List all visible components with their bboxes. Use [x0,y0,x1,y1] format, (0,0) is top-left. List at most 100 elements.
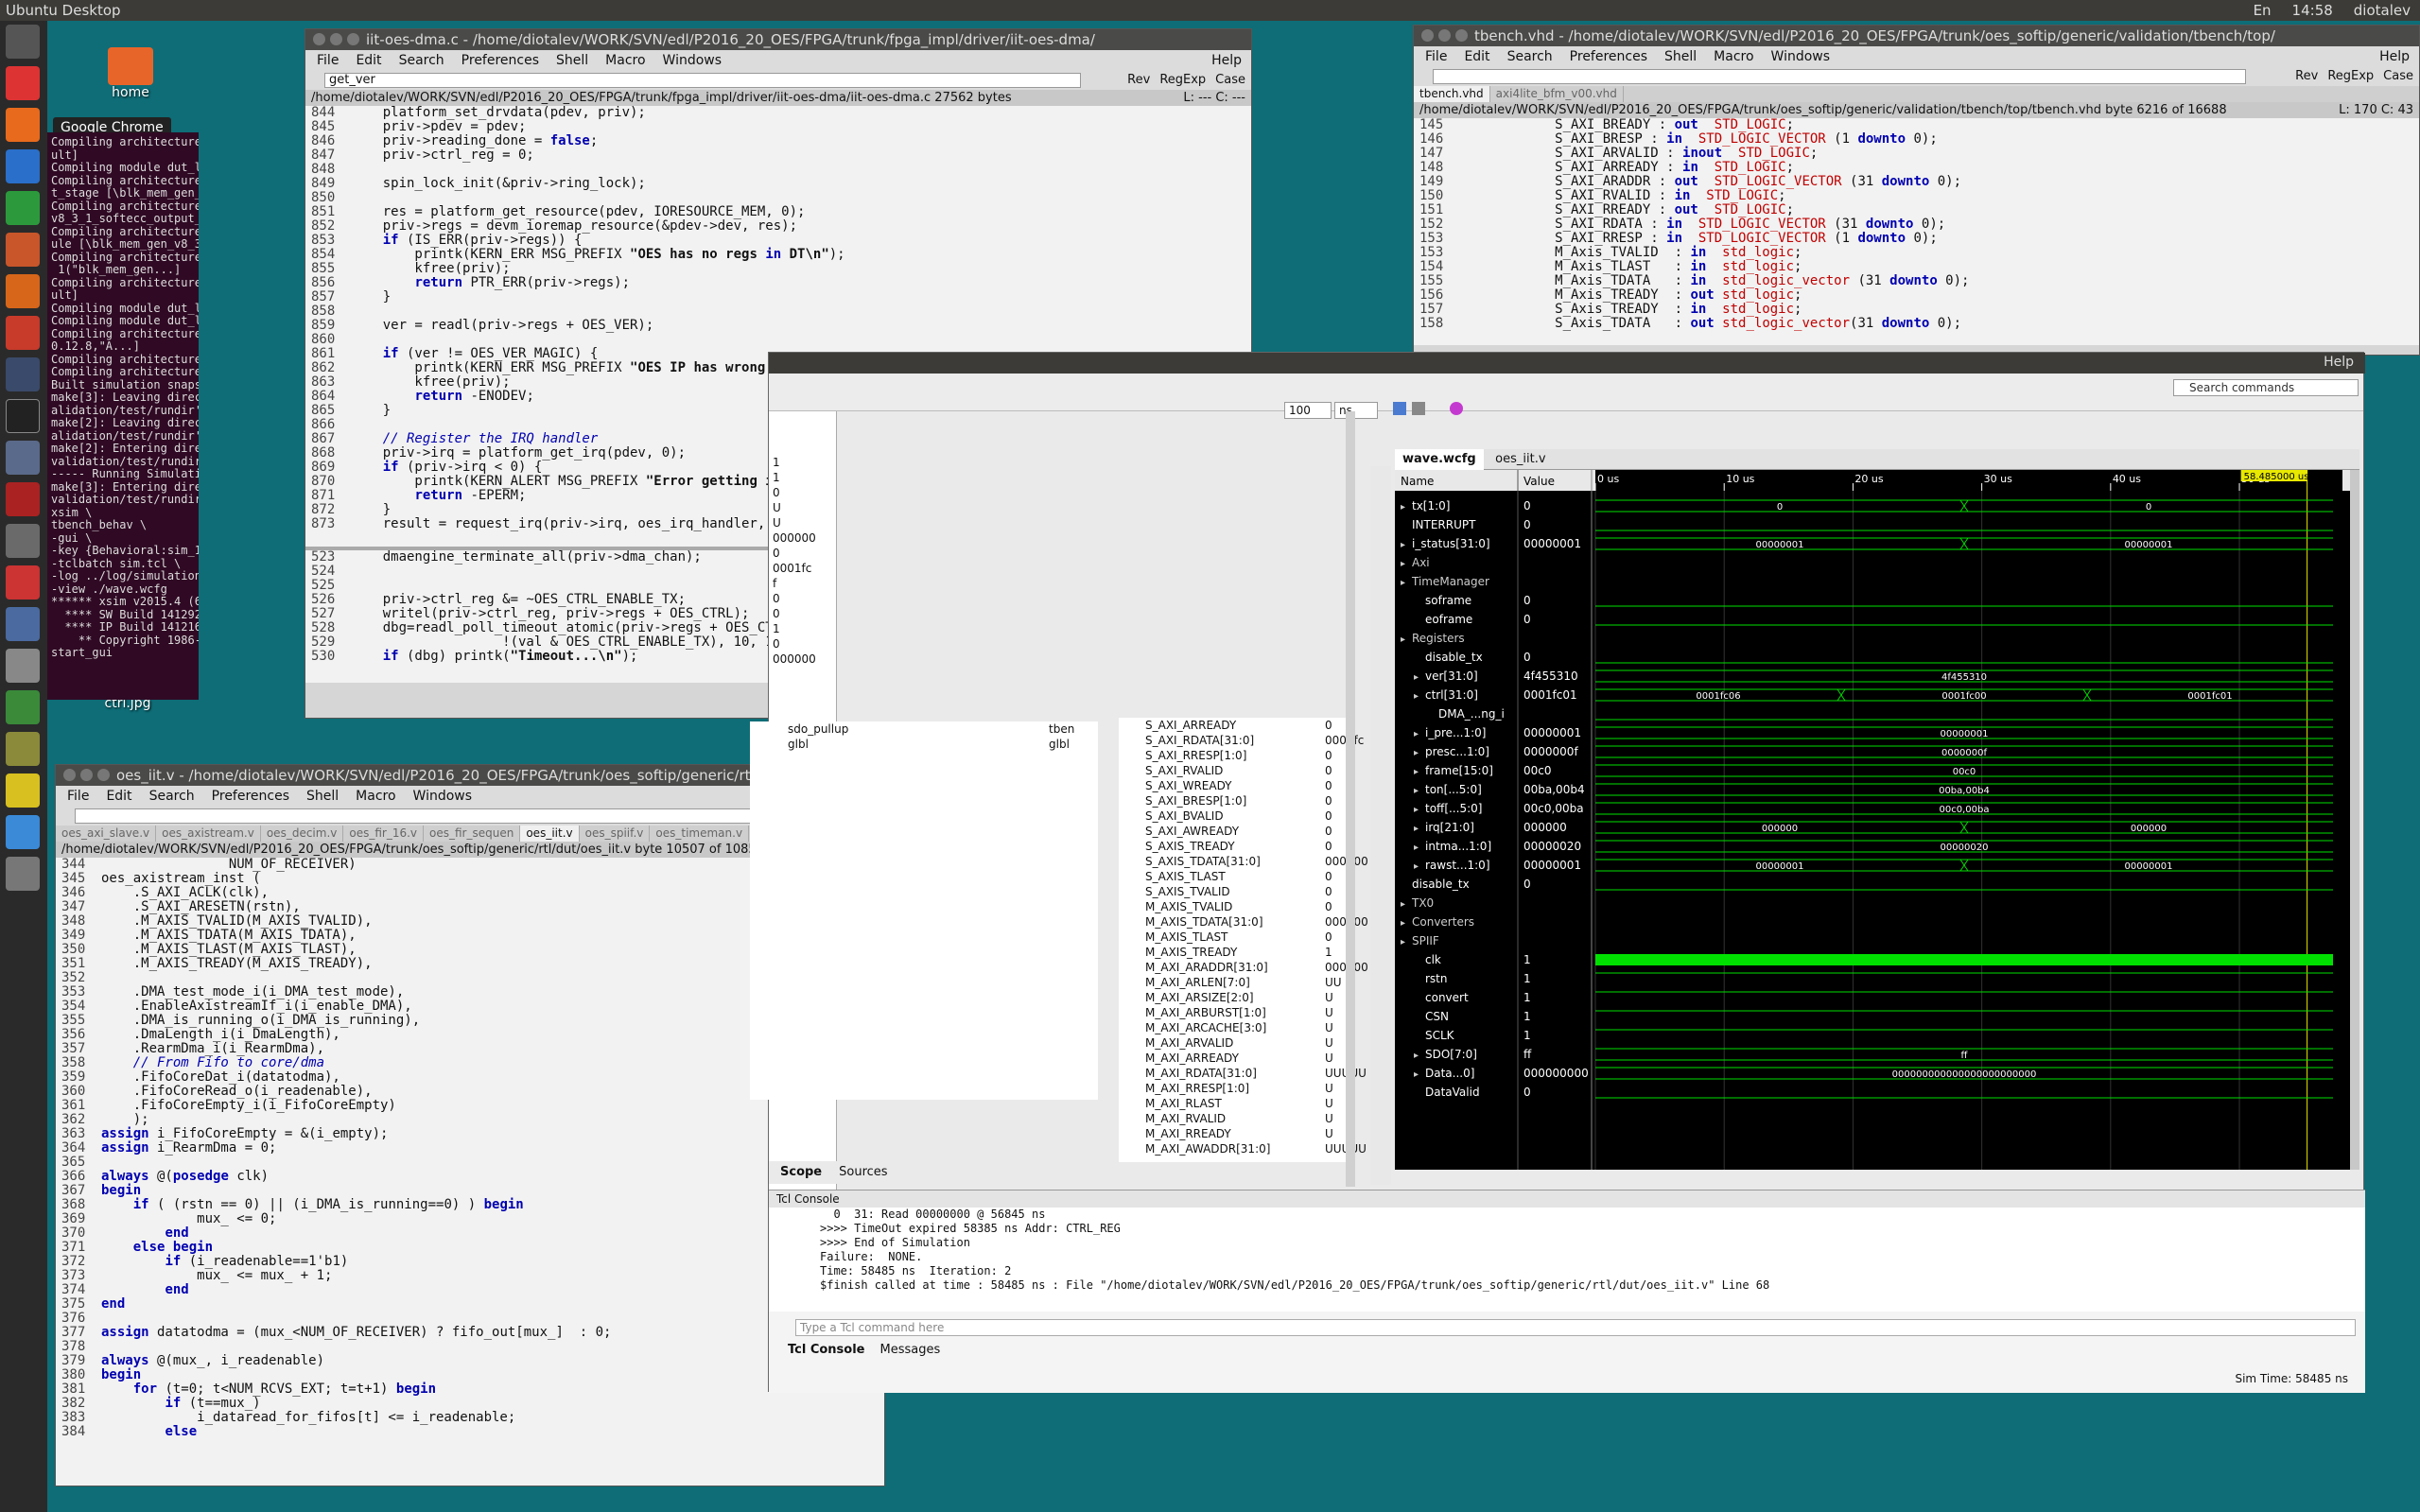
tcl-output[interactable]: 0 31: Read 00000000 @ 56845 ns >>>> TimeO… [769,1208,2365,1312]
pause-icon[interactable] [1412,402,1425,415]
signal-name[interactable]: INTERRUPT [1412,518,1476,531]
close-icon[interactable] [1421,29,1434,42]
signal-name[interactable]: DataValid [1425,1086,1480,1099]
signal-name[interactable]: convert [1425,991,1469,1004]
minimize-icon[interactable] [1438,29,1451,42]
signal-name[interactable]: SCLK [1425,1029,1455,1042]
run-time-input[interactable]: 100 [1284,402,1332,419]
relaunch-icon[interactable] [1450,402,1463,415]
signal-name[interactable]: CSN [1425,1010,1449,1023]
menu-help[interactable]: Help [1211,50,1242,71]
code-editor[interactable]: 145 S_AXI_BREADY : out STD_LOGIC; 146 S_A… [1414,118,2419,345]
tab-oes-iit[interactable]: oes_iit.v [1488,449,1553,470]
menu-macro[interactable]: Macro [356,786,395,807]
signal-name[interactable]: tx[1:0] [1412,499,1450,513]
rev-checkbox[interactable]: Rev [2295,67,2318,86]
wave-scrollbar[interactable] [2350,470,2359,1170]
object-row[interactable]: M_AXI_ARCACHE[3:0] U [1145,1020,1346,1035]
object-row[interactable]: M_AXI_RDATA[31:0]UUUUU [1145,1066,1367,1081]
signal-name[interactable]: presc...1:0] [1425,745,1489,758]
signal-name[interactable]: Axi [1412,556,1430,569]
object-row[interactable]: M_AXIS_TDATA[31:0]000000 [1145,914,1368,930]
menu-file[interactable]: File [1425,46,1447,67]
trash-icon[interactable] [6,857,40,891]
scope-tree[interactable]: sdo_pullup tben glbl glbl [750,721,1098,1100]
waveform-svg[interactable]: NameValue0 us10 us20 us30 us40 us50 us58… [1395,470,2350,1170]
vivado-icon[interactable] [6,815,40,849]
scope-item-sdo-pullup[interactable]: sdo_pullup [788,722,848,736]
object-row[interactable]: M_AXI_ARLEN[7:0] UU [1145,975,1346,990]
vivado-simulator-window[interactable]: Help Search commands 100 ns 1 1 0 U U 000000 0… [750,352,2365,1393]
object-row[interactable]: S_AXI_ARREADY 0 [1145,718,1346,733]
menu-shell[interactable]: Shell [556,50,588,71]
tab-file[interactable]: oes_decim.v [261,826,344,842]
signal-name[interactable]: disable_tx [1412,878,1470,891]
tab-file[interactable]: oes_axi_slave.v [56,826,157,842]
terminal-window[interactable]: Compiling architecture fifo_16x32bit_cul… [47,132,199,700]
expand-icon[interactable]: ▸ [1401,918,1405,929]
editor-icon[interactable] [6,690,40,724]
menu-search[interactable]: Search [1507,46,1553,67]
object-row[interactable]: M_AXI_RRESP[1:0] U [1145,1081,1346,1096]
expand-icon[interactable]: ▸ [1414,672,1419,683]
menu-macro[interactable]: Macro [1714,46,1753,67]
object-row[interactable]: S_AXI_BVALID 0 [1145,808,1346,824]
close-icon[interactable] [63,769,76,781]
menu-shell[interactable]: Shell [306,786,339,807]
close-icon[interactable] [313,33,325,45]
menu-preferences[interactable]: Preferences [1570,46,1647,67]
waveform-panel[interactable]: NameValue0 us10 us20 us30 us40 us50 us58… [1395,470,2350,1170]
expand-icon[interactable]: ▸ [1401,559,1405,569]
run-for-icon[interactable] [1393,402,1406,415]
object-row[interactable]: S_AXI_WREADY 0 [1145,778,1346,793]
signal-name[interactable]: TimeManager [1411,575,1489,588]
minimize-icon[interactable] [330,33,342,45]
objects-list[interactable]: S_AXI_ARREADY 0 S_AXI_RDATA[31:0] 0001fc S_A… [1119,718,1368,1162]
menu-preferences[interactable]: Preferences [461,50,539,71]
menu-edit[interactable]: Edit [106,786,131,807]
signal-name[interactable]: ton[...5:0] [1425,783,1482,796]
signal-name[interactable]: Data...0] [1425,1067,1474,1080]
object-row[interactable]: M_AXI_ARBURST[1:0] U [1145,1005,1346,1020]
tcl-command-input[interactable]: Type a Tcl command here [795,1319,2356,1336]
home-folder-icon[interactable]: home [102,47,159,100]
menu-macro[interactable]: Macro [605,50,645,71]
object-row[interactable]: S_AXI_RRESP[1:0] 0 [1145,748,1346,763]
expand-icon[interactable]: ▸ [1401,540,1405,550]
menu-preferences[interactable]: Preferences [212,786,289,807]
signal-name[interactable]: intma...1:0] [1425,840,1491,853]
menu-edit[interactable]: Edit [1464,46,1489,67]
object-row[interactable]: M_AXIS_TREADY 1 [1145,945,1346,960]
maximize-icon[interactable] [347,33,359,45]
expand-icon[interactable]: ▸ [1401,578,1405,588]
menu-windows[interactable]: Windows [1771,46,1831,67]
tab-wave-wcfg[interactable]: wave.wcfg [1395,449,1484,470]
menu-search[interactable]: Search [399,50,444,71]
menu-file[interactable]: File [67,786,89,807]
vivado-help-menu[interactable]: Help [2324,355,2354,370]
tab-file[interactable]: oes_spiif.v [580,826,651,842]
tab-file[interactable]: oes_iit.v [520,826,580,842]
object-row[interactable]: M_AXI_ARADDR[31:0]000000 [1145,960,1368,975]
case-checkbox[interactable]: Case [1215,71,1245,90]
signal-name[interactable]: TX0 [1411,896,1434,910]
object-row[interactable]: S_AXIS_TVALID 0 [1145,884,1346,899]
window-titlebar[interactable]: tbench.vhd - /home/diotalev/WORK/SVN/edl… [1414,26,2419,46]
signal-name[interactable]: Registers [1412,632,1465,645]
signal-name[interactable]: disable_tx [1425,651,1483,664]
nedit2-icon[interactable] [6,773,40,808]
tab-file[interactable]: oes_fir_sequen [424,826,521,842]
signal-name[interactable]: ver[31:0] [1425,669,1478,683]
tab-tbench[interactable]: tbench.vhd [1414,86,1490,102]
signal-name[interactable]: SDO[7:0] [1425,1048,1477,1061]
menu-windows[interactable]: Windows [663,50,723,71]
object-row[interactable]: M_AXIS_TLAST 0 [1145,930,1346,945]
dash-icon[interactable] [6,25,40,59]
find-input[interactable] [1433,69,2246,84]
object-row[interactable]: S_AXIS_TDATA[31:0]000000 [1145,854,1368,869]
object-row[interactable]: M_AXI_RVALID U [1145,1111,1346,1126]
maximize-icon[interactable] [1455,29,1468,42]
signal-name[interactable]: ctrl[31:0] [1425,688,1478,702]
tab-axi4lite[interactable]: axi4lite_bfm_v00.vhd [1490,86,1624,102]
calculator-icon[interactable] [6,649,40,683]
